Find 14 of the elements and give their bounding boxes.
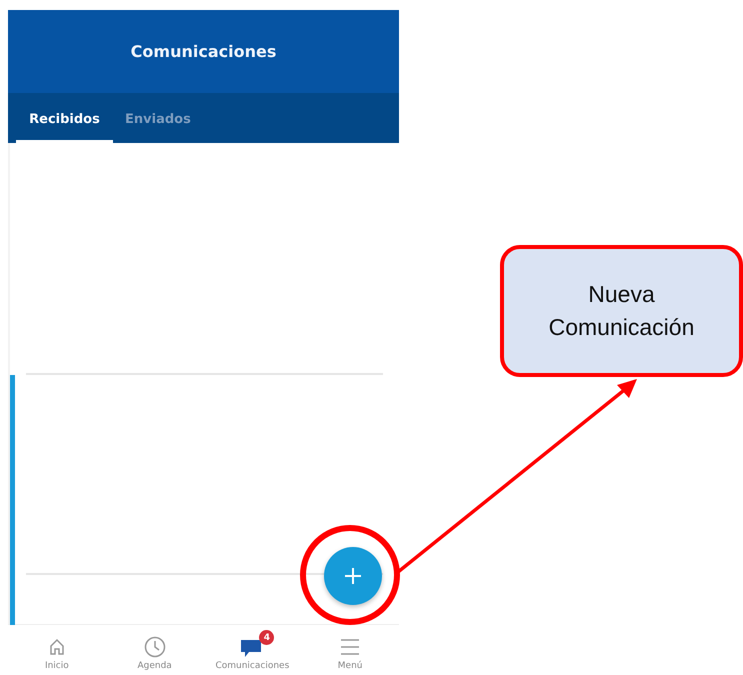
- nav-item[interactable]: Inicio: [8, 625, 106, 675]
- screen-title: Comunicaciones: [130, 42, 276, 61]
- nav-item[interactable]: Menú: [301, 625, 399, 675]
- home-icon: [48, 638, 66, 656]
- add-button[interactable]: [324, 547, 382, 605]
- nav-item[interactable]: 4 Comunicaciones: [204, 625, 302, 675]
- menu-icon: [340, 637, 360, 657]
- callout-text: Nueva Comunicación: [548, 280, 696, 342]
- plus-icon: [344, 567, 362, 585]
- nav-item[interactable]: Agenda: [106, 625, 204, 675]
- tab[interactable]: Recibidos: [16, 112, 113, 143]
- notification-badge: 4: [259, 630, 274, 645]
- clock-icon: [144, 636, 166, 658]
- tab[interactable]: Enviados: [117, 112, 199, 143]
